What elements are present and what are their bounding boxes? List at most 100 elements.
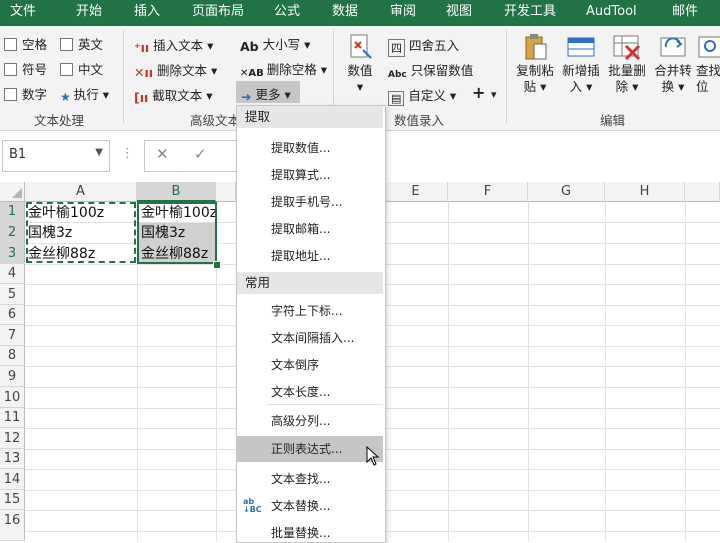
row-header-7[interactable]: 7 — [0, 325, 25, 346]
checkbox-space[interactable]: 空格 — [4, 34, 47, 53]
tab-mailings[interactable]: 邮件 — [672, 0, 698, 26]
keep-numbers-icon: Abc — [388, 70, 407, 80]
menu-item-extract-email[interactable]: 提取邮箱... — [271, 220, 330, 238]
chevron-down-icon: ▾ — [356, 79, 364, 94]
menu-item-text-length[interactable]: 文本长度... — [271, 383, 330, 401]
menu-item-text-replace[interactable]: 文本替换... — [271, 497, 330, 515]
star-icon: ★ — [60, 90, 71, 104]
name-box[interactable]: B1 ▼ — [2, 140, 110, 172]
tab-review[interactable]: 审阅 — [390, 0, 416, 26]
execute-button[interactable]: ★ 执行 ▾ — [60, 84, 109, 104]
menu-item-regex[interactable]: 正则表达式... — [271, 440, 342, 458]
delete-space-label: 删除空格 — [266, 62, 317, 77]
column-header-f[interactable]: F — [448, 182, 528, 202]
menu-section-common: 常用 — [237, 272, 383, 294]
tab-file[interactable]: 文件 — [10, 0, 36, 26]
row-header-15[interactable]: 15 — [0, 490, 25, 510]
drag-handle-icon[interactable]: ⋮ — [121, 146, 134, 161]
menu-item-reverse-text[interactable]: 文本倒序 — [271, 356, 319, 374]
formula-input-frame — [144, 140, 237, 172]
gridline — [528, 202, 529, 541]
tab-insert[interactable]: 插入 — [134, 0, 160, 26]
checkbox-icon — [60, 63, 73, 76]
column-header-e[interactable]: E — [384, 182, 448, 202]
add-insert-button[interactable]: 新增插入 ▾ — [558, 32, 604, 95]
insert-table-icon — [566, 32, 596, 60]
gridline — [605, 202, 606, 541]
checkbox-english[interactable]: 英文 — [60, 34, 103, 53]
row-header-8[interactable]: 8 — [0, 346, 25, 366]
menu-item-extract-phone[interactable]: 提取手机号... — [271, 193, 342, 211]
menu-item-batch-replace[interactable]: 批量替换... — [271, 524, 330, 542]
tab-audtool[interactable]: AudTool — [586, 0, 637, 26]
delete-text-button[interactable]: ✕ıı 删除文本 ▾ — [134, 60, 217, 80]
tab-data[interactable]: 数据 — [332, 0, 358, 26]
fill-handle[interactable] — [213, 261, 221, 269]
insert-text-button[interactable]: ⁺ıı 插入文本 ▾ — [134, 35, 213, 55]
custom-button[interactable]: ▤ 自定义 ▾ — [388, 85, 456, 106]
keep-numbers-button[interactable]: Abc 只保留数值 — [388, 60, 473, 80]
copy-paste-button[interactable]: 复制粘贴 ▾ — [512, 32, 558, 95]
row-header-3[interactable]: 3 — [0, 243, 25, 264]
checkbox-chinese[interactable]: 中文 — [60, 59, 103, 78]
tab-developer[interactable]: 开发工具 — [504, 0, 556, 26]
row-header-9[interactable]: 9 — [0, 366, 25, 387]
case-button[interactable]: Ab 大小写 ▾ — [240, 34, 310, 54]
column-header-a[interactable]: A — [25, 182, 137, 202]
more-label: 更多 — [255, 87, 281, 102]
more-dropdown-menu: 提取 提取数值... 提取算式... 提取手机号... 提取邮箱... 提取地址… — [236, 105, 386, 543]
menu-item-superscript[interactable]: 字符上下标... — [271, 302, 342, 320]
row-header-2[interactable]: 2 — [0, 222, 25, 243]
custom-label: 自定义 — [408, 88, 446, 103]
add-insert-label-2: 入 — [569, 79, 583, 94]
replace-icon: ab ↓BC — [243, 497, 262, 514]
menu-item-extract-address[interactable]: 提取地址... — [271, 247, 330, 265]
menu-item-text-find[interactable]: 文本查找... — [271, 470, 330, 488]
delete-text-icon: ✕ıı — [134, 65, 154, 80]
tab-home[interactable]: 开始 — [76, 0, 102, 26]
case-label: 大小写 — [262, 37, 301, 52]
copy-paste-label-2: 贴 — [523, 79, 537, 94]
row-header-1[interactable]: 1 — [0, 202, 25, 222]
row-header-10[interactable]: 10 — [0, 387, 25, 408]
more-button[interactable]: ➜ 更多 ▾ — [236, 81, 300, 104]
menu-item-interval-insert[interactable]: 文本间隔插入... — [271, 329, 354, 347]
batch-delete-button[interactable]: 批量删除 ▾ — [604, 32, 650, 95]
row-header-6[interactable]: 6 — [0, 305, 25, 325]
row-header-4[interactable]: 4 — [0, 264, 25, 284]
column-header-h[interactable]: H — [605, 182, 685, 202]
menu-item-extract-formula[interactable]: 提取算式... — [271, 166, 330, 184]
find-locate-button[interactable]: 查找位 — [696, 32, 720, 95]
extract-text-button[interactable]: [ıı 截取文本 ▾ — [134, 85, 213, 105]
row-header-11[interactable]: 11 — [0, 408, 25, 428]
chevron-down-icon[interactable]: ▼ — [95, 147, 103, 158]
plus-button[interactable]: + ▾ — [472, 83, 497, 102]
tab-formulas[interactable]: 公式 — [274, 0, 300, 26]
checkbox-symbol[interactable]: 符号 — [4, 59, 47, 78]
round-button[interactable]: 四四舍五入 — [388, 35, 459, 57]
row-header-13[interactable]: 13 — [0, 449, 25, 469]
column-header-g[interactable]: G — [528, 182, 605, 202]
row-header-12[interactable]: 12 — [0, 428, 25, 449]
column-header-c[interactable] — [216, 182, 236, 202]
ribbon-tab-bar: 文件 开始 插入 页面布局 公式 数据 审阅 视图 开发工具 AudTool 邮… — [0, 0, 720, 26]
case-icon: Ab — [240, 39, 259, 54]
row-header-14[interactable]: 14 — [0, 469, 25, 490]
column-header-b[interactable]: B — [137, 182, 216, 202]
row-header-5[interactable]: 5 — [0, 284, 25, 305]
merge-convert-button[interactable]: 合并转换 ▾ — [650, 32, 696, 95]
row-header-16[interactable]: 16 — [0, 510, 25, 541]
batch-delete-label: 批量删 — [608, 63, 646, 78]
tab-view[interactable]: 视图 — [446, 0, 472, 26]
delete-space-button[interactable]: ✕AB 删除空格 ▾ — [240, 59, 327, 79]
checkbox-number[interactable]: 数字 — [4, 84, 47, 103]
insert-text-label: 插入文本 — [153, 38, 204, 53]
tab-page-layout[interactable]: 页面布局 — [192, 0, 244, 26]
column-header-i[interactable] — [685, 182, 720, 202]
menu-item-extract-number[interactable]: 提取数值... — [271, 139, 330, 157]
delete-text-label: 删除文本 — [157, 63, 208, 78]
group-label-number-entry: 数值录入 — [394, 113, 445, 128]
menu-item-advanced-split[interactable]: 高级分列... — [271, 412, 330, 430]
group-label-text-processing: 文本处理 — [34, 113, 85, 128]
number-button[interactable]: 数值 ▾ — [340, 32, 380, 95]
